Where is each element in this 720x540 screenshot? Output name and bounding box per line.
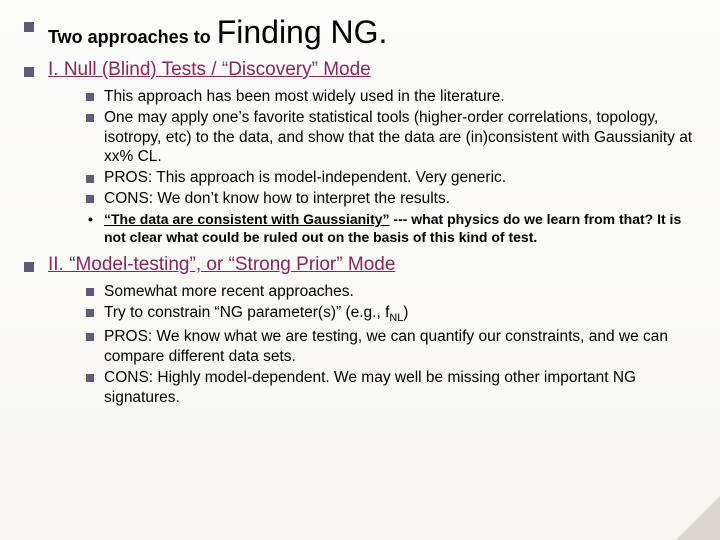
section-2: II. “Model-testing”, or “Strong Prior” M… <box>18 254 702 407</box>
list-item: PROS: We know what we are testing, we ca… <box>78 327 702 367</box>
param-tail: ) <box>403 304 408 321</box>
list-item: PROS: This approach is model-independent… <box>78 168 702 188</box>
list-item: This approach has been most widely used … <box>78 87 702 107</box>
quote-text: “The data are consistent with Gaussianit… <box>104 211 390 227</box>
list-item: Somewhat more recent approaches. <box>78 282 702 302</box>
top-list: Two approaches to Finding NG. I. Null (B… <box>18 14 702 407</box>
bullet-text: Try to constrain “NG parameter(s)” (e.g.… <box>104 304 389 321</box>
section-1-bullets: This approach has been most widely used … <box>78 87 702 209</box>
corner-fold-decoration <box>676 496 720 540</box>
param-subscript: NL <box>389 312 403 324</box>
list-item: “The data are consistent with Gaussianit… <box>78 211 702 246</box>
bullet-text: This approach has been most widely used … <box>104 88 505 105</box>
list-item: CONS: Highly model-dependent. We may wel… <box>78 368 702 408</box>
slide: Two approaches to Finding NG. I. Null (B… <box>0 0 720 540</box>
bullet-text: PROS: This approach is model-independent… <box>104 169 506 186</box>
bullet-text: One may apply one’s favorite statistical… <box>104 109 692 166</box>
bullet-text: CONS: We don’t know how to interpret the… <box>104 190 450 207</box>
title-row: Two approaches to Finding NG. <box>48 14 702 51</box>
bullet-text: PROS: We know what we are testing, we ca… <box>104 328 668 365</box>
bullet-text: CONS: Highly model-dependent. We may wel… <box>104 369 636 406</box>
list-item: CONS: We don’t know how to interpret the… <box>78 189 702 209</box>
title-prefix: Two approaches to <box>48 27 211 48</box>
section-2-bullets: Somewhat more recent approaches. Try to … <box>78 282 702 407</box>
list-item: Try to constrain “NG parameter(s)” (e.g.… <box>78 303 702 326</box>
title-item: Two approaches to Finding NG. <box>18 14 702 51</box>
section-1-subbullets: “The data are consistent with Gaussianit… <box>78 211 702 246</box>
bullet-text: Somewhat more recent approaches. <box>104 283 354 300</box>
section-1-heading: I. Null (Blind) Tests / “Discovery” Mode <box>48 59 371 81</box>
list-item: One may apply one’s favorite statistical… <box>78 108 702 167</box>
section-1: I. Null (Blind) Tests / “Discovery” Mode… <box>18 59 702 246</box>
title-main: Finding NG. <box>217 14 388 51</box>
section-2-heading: II. “Model-testing”, or “Strong Prior” M… <box>48 254 395 276</box>
